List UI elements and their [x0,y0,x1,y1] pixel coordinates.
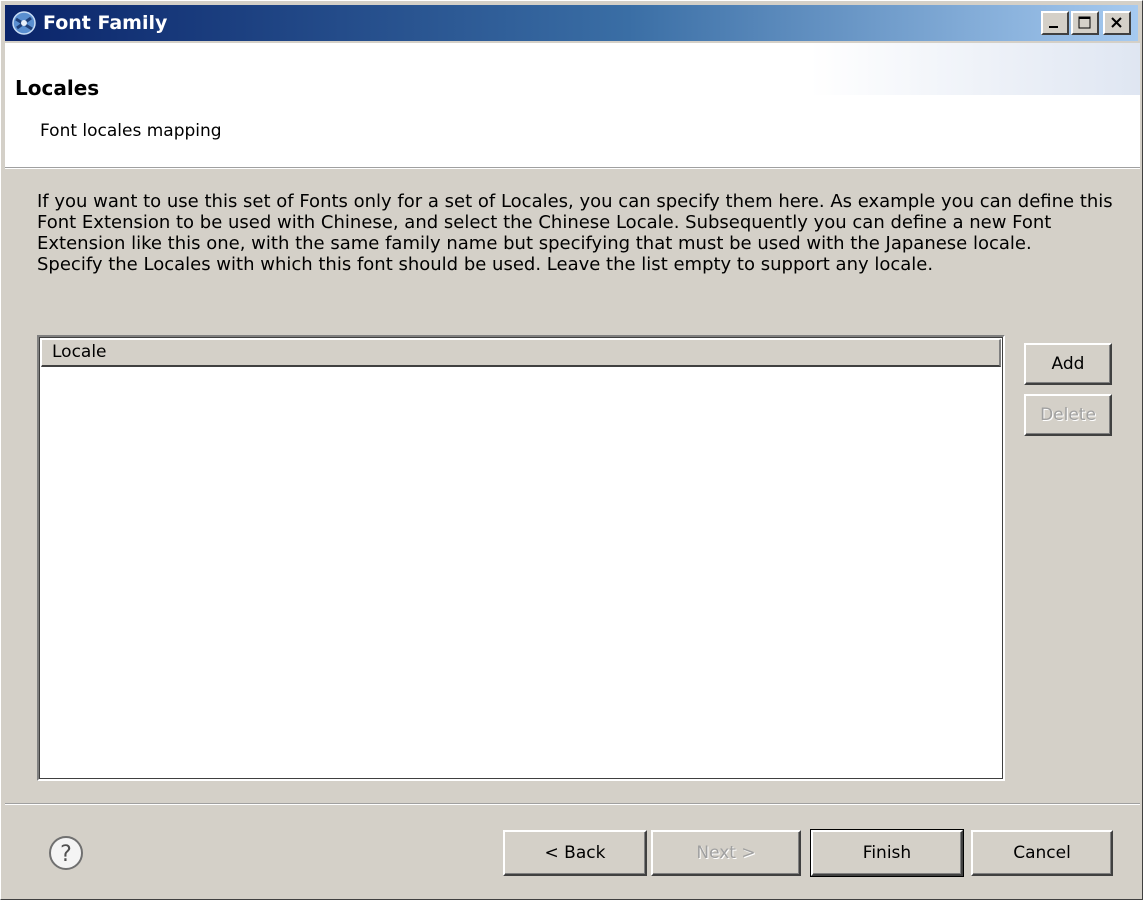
cancel-button[interactable]: Cancel [971,830,1113,876]
delete-button[interactable]: Delete [1024,394,1112,436]
footer-divider [5,803,1140,805]
close-button[interactable] [1103,11,1131,35]
finish-button[interactable]: Finish [810,829,964,877]
minimize-button[interactable] [1041,11,1069,35]
maximize-icon [1078,16,1091,29]
page-title: Locales [15,76,100,100]
help-icon[interactable]: ? [47,834,85,872]
close-icon [1111,17,1122,28]
header-banner: Locales Font locales mapping [5,43,1140,167]
description-text: If you want to use this set of Fonts onl… [37,191,1117,275]
back-button[interactable]: < Back [503,830,647,876]
banner-decoration [810,43,1140,95]
description-paragraph: If you want to use this set of Fonts onl… [37,191,1113,254]
header-divider [5,167,1140,169]
svg-text:?: ? [60,842,72,867]
locale-table[interactable]: Locale [37,335,1005,781]
dialog-window: Font Family Locales Font locales mapping… [0,0,1143,900]
add-button[interactable]: Add [1024,343,1112,385]
maximize-button[interactable] [1071,11,1099,35]
minimize-icon [1049,26,1058,28]
window-title: Font Family [43,12,168,34]
instruction-text: Specify the Locales with which this font… [37,254,934,275]
title-bar[interactable]: Font Family [5,5,1138,41]
eclipse-icon [12,11,36,35]
locale-table-body[interactable] [41,368,1001,777]
locale-column-header[interactable]: Locale [41,339,1001,367]
next-button[interactable]: Next > [651,830,801,876]
page-subtitle: Font locales mapping [40,121,222,141]
